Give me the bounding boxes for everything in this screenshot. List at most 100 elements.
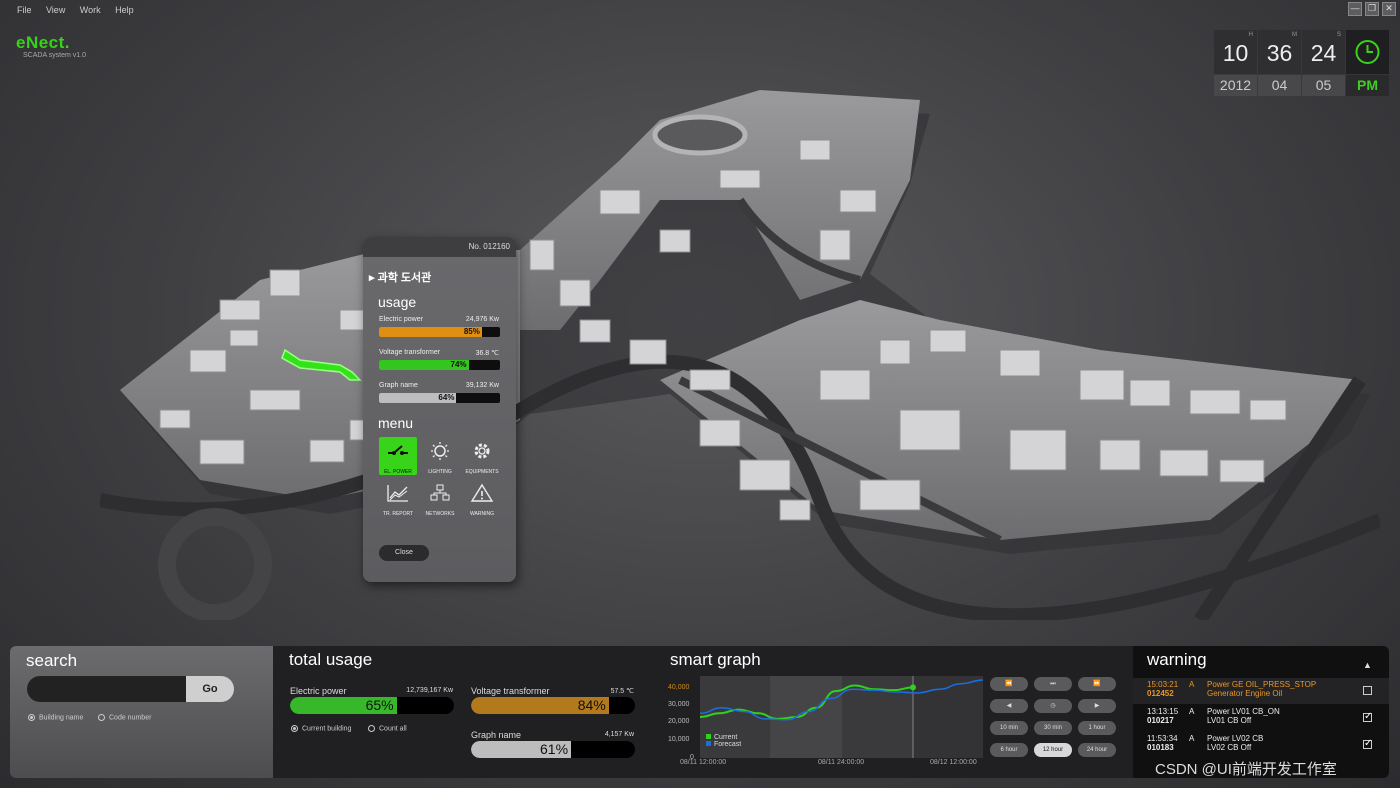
lighting-menu-button[interactable]: LIGHTING — [421, 437, 459, 475]
clock-button[interactable]: ◷ — [1034, 699, 1072, 713]
collapse-icon[interactable]: ▲ — [1363, 660, 1372, 670]
step-back-button[interactable]: ◀ — [990, 699, 1028, 713]
smart-graph-chart[interactable] — [699, 676, 984, 758]
popup-header: No. 012160 — [363, 237, 516, 257]
building-name-option[interactable]: Building name — [28, 714, 83, 721]
total-graph-name-value: 4,157 Kw — [604, 731, 634, 738]
warning-line1: Power LV02 CB — [1207, 734, 1264, 743]
skip-end-button[interactable]: ⏭ — [1034, 677, 1072, 691]
warning-time: 11:53:34 — [1147, 734, 1178, 743]
interval-10min[interactable]: 10 min — [990, 721, 1028, 735]
total-electric-value: 12,739,167 Kw — [406, 687, 453, 694]
interval-12hour[interactable]: 12 hour — [1034, 743, 1072, 757]
smart-graph-title: smart graph — [670, 650, 761, 669]
building-number: No. 012160 — [468, 242, 510, 251]
x-tick-label: 08/12 12:00:00 — [930, 759, 977, 766]
legend-swatch — [706, 734, 711, 739]
menu-work[interactable]: Work — [80, 1, 101, 19]
warning-level: A — [1189, 734, 1195, 743]
interval-6hour[interactable]: 6 hour — [990, 743, 1028, 757]
rewind-button[interactable]: ⏪ — [990, 677, 1028, 691]
menu-file[interactable]: File — [17, 1, 32, 19]
graph-name-bar: 64% — [379, 393, 500, 403]
x-tick-label: 08/11 24:00:00 — [818, 759, 865, 766]
watermark-text: CSDN @UI前端开发工作室 — [1155, 761, 1337, 778]
go-button[interactable]: Go — [186, 676, 234, 702]
warning-icon — [470, 483, 494, 502]
window-controls: — ❐ ✕ — [1348, 2, 1396, 16]
restore-button[interactable]: ❐ — [1365, 2, 1379, 16]
count-all-option[interactable]: Count all — [368, 725, 407, 732]
tr-report-menu-button[interactable]: TR. REPORT — [379, 479, 417, 517]
total-graph-name-bar: 61% — [471, 741, 635, 758]
step-forward-button[interactable]: ▶ — [1078, 699, 1116, 713]
power-switch-icon — [388, 445, 408, 455]
equipments-menu-button[interactable]: EQUIPMENTS — [463, 437, 501, 475]
menu-view[interactable]: View — [46, 1, 65, 19]
close-popup-button[interactable]: Close — [379, 545, 429, 561]
total-electric-label: Electric power — [290, 686, 347, 696]
graph-band — [770, 676, 842, 758]
warning-line1: Power LV01 CB_ON — [1207, 707, 1280, 716]
legend-swatch — [706, 741, 711, 746]
warning-line2: Generator Engine Oil — [1207, 689, 1283, 698]
warning-menu-button[interactable]: WARNING — [463, 479, 501, 517]
x-tick-label: 08/11 12:00:00 — [680, 759, 727, 766]
chart-icon — [387, 485, 408, 502]
total-graph-name-label: Graph name — [471, 730, 522, 740]
total-voltage-value: 57.5 ℃ — [610, 688, 634, 695]
warning-checkbox[interactable] — [1363, 686, 1372, 695]
minimize-button[interactable]: — — [1348, 2, 1362, 16]
warning-row[interactable]: 11:53:34 A 010183 Power LV02 CB LV02 CB … — [1133, 732, 1389, 758]
menu-bar: File View Work Help — [0, 0, 1400, 18]
legend-current: Current — [706, 734, 741, 741]
search-input[interactable] — [27, 676, 187, 702]
warning-title: warning — [1147, 650, 1207, 669]
warning-time: 15:03:21 — [1147, 680, 1179, 689]
warning-checkbox[interactable] — [1363, 738, 1372, 749]
y-tick-label: 30,000 — [668, 701, 690, 708]
close-window-button[interactable]: ✕ — [1382, 2, 1396, 16]
interval-30min[interactable]: 30 min — [1034, 721, 1072, 735]
search-title: search — [26, 651, 78, 670]
y-tick-label: 10,000 — [668, 736, 690, 743]
warning-row[interactable]: 13:13:15 A 010217 Power LV01 CB_ON LV01 … — [1133, 705, 1389, 731]
warning-line2: LV01 CB Off — [1207, 716, 1252, 725]
total-electric-bar: 65% — [290, 697, 454, 714]
voltage-transformer-label: Voltage transformer — [379, 349, 441, 356]
el-power-menu-button[interactable]: EL. POWER — [379, 437, 417, 475]
total-voltage-label: Voltage transformer — [471, 686, 550, 696]
menu-help[interactable]: Help — [115, 1, 134, 19]
total-electric-fill: 65% — [290, 697, 397, 714]
code-number-option[interactable]: Code number — [98, 714, 151, 721]
building-name: ▸ 과학 도서관 — [369, 272, 432, 284]
current-building-option[interactable]: Current building — [291, 725, 351, 732]
search-panel: search Go Building name Code number — [10, 646, 273, 778]
total-voltage-fill: 84% — [471, 697, 609, 714]
gear-icon — [474, 443, 490, 459]
fast-forward-button[interactable]: ⏩ — [1078, 677, 1116, 691]
warning-level: A — [1189, 707, 1195, 716]
graph-name-fill: 64% — [379, 393, 457, 403]
radio-selected-icon — [291, 725, 298, 732]
interval-24hour[interactable]: 24 hour — [1078, 743, 1116, 757]
clock-minute: M 36 — [1258, 30, 1301, 74]
warning-label: WARNING — [470, 511, 494, 517]
menu-heading: menu — [378, 415, 414, 431]
app-subtitle: SCADA system v1.0 — [23, 52, 87, 59]
networks-menu-button[interactable]: NETWORKS — [421, 479, 459, 517]
warning-level: A — [1189, 680, 1195, 689]
app-logo: eNect. SCADA system v1.0 — [16, 33, 86, 59]
warning-time: 13:13:15 — [1147, 707, 1179, 716]
total-voltage-bar: 84% — [471, 697, 635, 714]
warning-code: 010183 — [1147, 743, 1174, 752]
warning-row[interactable]: 15:03:21 A 012452 Power GE OIL_PRESS_STO… — [1133, 678, 1389, 704]
campus-map[interactable] — [100, 80, 1380, 620]
interval-1hour[interactable]: 1 hour — [1078, 721, 1116, 735]
warning-checkbox[interactable] — [1363, 711, 1372, 722]
clock-icon — [1346, 30, 1389, 74]
app-name: eNect. — [16, 33, 71, 52]
electric-power-bar: 85% — [379, 327, 500, 337]
graph-name-value: 39,132 Kw — [465, 382, 499, 389]
network-icon — [430, 484, 450, 501]
